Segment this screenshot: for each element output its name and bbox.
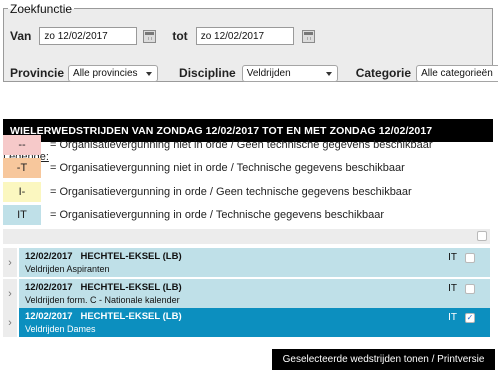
discipline-label: Discipline [179, 66, 236, 80]
category-select-value: Alle categorieën [421, 67, 493, 79]
to-date-input[interactable] [195, 27, 294, 45]
province-select[interactable]: Alle provincies [68, 64, 159, 82]
status-code: IT [448, 283, 457, 294]
legend-item: -T = Organisatievergunning niet in orde … [3, 158, 405, 178]
legend-swatch: I- [3, 182, 41, 202]
row-body[interactable]: 12/02/2017 HECHTEL-EKSEL (LB) Veldrijden… [19, 248, 490, 277]
legend-swatch: -T [3, 158, 41, 178]
table-row[interactable]: › 12/02/2017 HECHTEL-EKSEL (LB) Veldrijd… [3, 308, 490, 337]
to-label: tot [172, 29, 188, 43]
select-all-checkbox[interactable] [477, 231, 487, 241]
status-code: IT [448, 312, 457, 323]
legend-item: -- = Organisatievergunning niet in orde … [3, 135, 433, 155]
from-label: Van [10, 29, 32, 43]
race-type: Veldrijden Aspiranten [25, 264, 110, 274]
race-type: Veldrijden Dames [25, 324, 96, 334]
check-icon: ✓ [466, 313, 474, 322]
race-type: Veldrijden form. C - Nationale kalender [25, 295, 180, 305]
search-panel: Zoekfunctie Van tot Provincie Alle provi… [3, 2, 498, 82]
legend-item: IT = Organisatievergunning in orde / Tec… [3, 205, 384, 225]
row-checkbox[interactable] [465, 253, 475, 263]
province-select-value: Alle provincies [73, 67, 138, 79]
table-row[interactable]: › 12/02/2017 HECHTEL-EKSEL (LB) Veldrijd… [3, 248, 490, 277]
legend-item: I- = Organisatievergunning in orde / Gee… [3, 182, 412, 202]
race-title: 12/02/2017 HECHTEL-EKSEL (LB) [25, 282, 182, 293]
legend-text: = Organisatievergunning in orde / Geen t… [50, 186, 412, 198]
race-location: HECHTEL-EKSEL (LB) [80, 282, 182, 293]
chevron-down-icon [146, 71, 153, 76]
province-label: Provincie [10, 66, 65, 80]
status-code: IT [448, 252, 457, 263]
row-body[interactable]: 12/02/2017 HECHTEL-EKSEL (LB) Veldrijden… [19, 308, 490, 337]
table-row[interactable]: › 12/02/2017 HECHTEL-EKSEL (LB) Veldrijd… [3, 279, 490, 308]
from-date-input[interactable] [39, 27, 138, 45]
chevron-right-icon[interactable]: › [3, 248, 17, 277]
race-date: 12/02/2017 [25, 251, 73, 262]
legend-text: = Organisatievergunning niet in orde / T… [50, 162, 405, 174]
race-location: HECHTEL-EKSEL (LB) [80, 251, 182, 262]
category-label: Categorie [355, 66, 412, 80]
row-checkbox[interactable]: ✓ [465, 313, 475, 323]
race-title: 12/02/2017 HECHTEL-EKSEL (LB) [25, 251, 182, 262]
chevron-right-icon[interactable]: › [3, 279, 17, 308]
row-body[interactable]: 12/02/2017 HECHTEL-EKSEL (LB) Veldrijden… [19, 279, 490, 308]
date-range-row: Van tot [10, 25, 315, 47]
calendar-icon[interactable] [301, 29, 315, 43]
legend-swatch: -- [3, 135, 41, 155]
category-select[interactable]: Alle categorieën [416, 64, 498, 82]
race-title: 12/02/2017 HECHTEL-EKSEL (LB) [25, 311, 182, 322]
chevron-right-icon[interactable]: › [3, 308, 17, 337]
legend-text: = Organisatievergunning niet in orde / G… [50, 139, 433, 151]
calendar-icon[interactable] [143, 29, 157, 43]
discipline-select-value: Veldrijden [246, 67, 291, 79]
legend-swatch: IT [3, 205, 41, 225]
search-legend: Zoekfunctie [8, 2, 75, 16]
chevron-down-icon [325, 71, 332, 76]
filter-row: Provincie Alle provincies Discipline Vel… [10, 62, 498, 84]
race-date: 12/02/2017 [25, 311, 73, 322]
discipline-select[interactable]: Veldrijden [241, 64, 338, 82]
row-checkbox[interactable] [465, 284, 475, 294]
print-selected-button[interactable]: Geselecteerde wedstrijden tonen / Printv… [272, 349, 495, 370]
race-location: HECHTEL-EKSEL (LB) [80, 311, 182, 322]
table-header [3, 229, 490, 244]
race-date: 12/02/2017 [25, 282, 73, 293]
legend-text: = Organisatievergunning in orde / Techni… [50, 209, 384, 221]
